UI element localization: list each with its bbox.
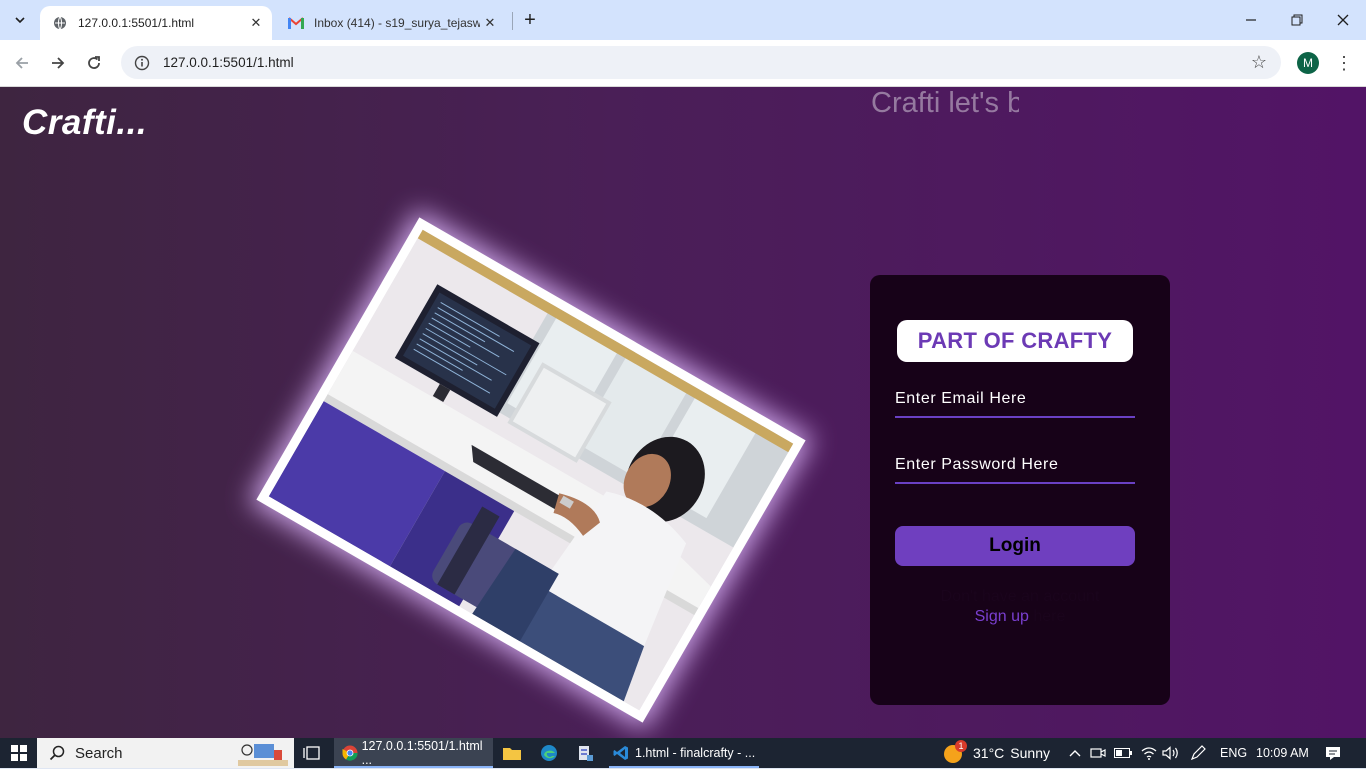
signup-suffix-text: here <box>1033 608 1066 625</box>
os-taskbar: Search 127.0.0.1:5501/1.html ... 1.html … <box>0 738 1366 768</box>
marquee-banner: Crafti let's build <box>871 87 1019 123</box>
office-scene-illustration <box>268 229 794 711</box>
tab-strip: 127.0.0.1:5501/1.html ✕ Inbox (414) - s1… <box>0 0 1366 40</box>
reload-button[interactable] <box>79 48 109 78</box>
app-icon <box>579 746 593 761</box>
taskbar-search[interactable]: Search <box>37 738 294 768</box>
arrow-right-icon <box>52 57 65 69</box>
file-explorer-button[interactable] <box>502 738 522 768</box>
weather-badge: 1 <box>955 740 967 752</box>
taskbar-app-vscode[interactable]: 1.html - finalcrafty - ... <box>609 738 759 768</box>
url-text: 127.0.0.1:5501/1.html <box>163 55 294 70</box>
signup-prompt: Don't have an account Sign up here <box>870 587 1170 627</box>
vscode-icon <box>613 746 628 760</box>
start-button[interactable] <box>8 738 30 768</box>
tab-search-button[interactable] <box>6 6 34 34</box>
weather-temp: 31°C <box>973 745 1005 761</box>
tab-title: 127.0.0.1:5501/1.html <box>78 16 195 30</box>
search-label: Search <box>75 744 123 762</box>
minimize-icon <box>1246 19 1256 21</box>
task-view-icon <box>303 746 320 760</box>
brand-logo: Crafti... <box>22 103 148 142</box>
store-button[interactable] <box>575 738 595 768</box>
tab-divider <box>512 12 513 30</box>
battery-icon[interactable] <box>1114 738 1132 768</box>
back-button[interactable] <box>7 48 37 78</box>
minimize-button[interactable] <box>1228 0 1274 40</box>
site-info-icon[interactable] <box>127 55 157 71</box>
weather-condition: Sunny <box>1010 745 1050 761</box>
hero-photo <box>268 229 794 711</box>
task-view-button[interactable] <box>301 738 323 768</box>
sun-icon: 1 <box>943 740 967 764</box>
tab-title: Inbox (414) - s19_surya_tejaswini <box>314 16 480 30</box>
taskbar-app-chrome[interactable]: 127.0.0.1:5501/1.html ... <box>334 738 493 768</box>
page-viewport: Crafti... Crafti let's build <box>0 87 1366 738</box>
windows-logo-icon <box>11 745 27 761</box>
restore-icon <box>1291 14 1303 26</box>
folder-icon <box>503 748 521 760</box>
new-tab-button[interactable]: + <box>518 8 542 32</box>
taskbar-app-label: 1.html - finalcrafty - ... <box>635 746 756 760</box>
bookmark-star-icon[interactable]: ☆ <box>1251 52 1267 73</box>
restore-button[interactable] <box>1274 0 1320 40</box>
forward-button[interactable] <box>43 48 73 78</box>
login-card: PART OF CRAFTY Login Don't have an accou… <box>870 275 1170 705</box>
hero-photo-frame <box>256 217 806 723</box>
close-icon <box>1337 14 1349 26</box>
address-bar[interactable]: 127.0.0.1:5501/1.html ☆ <box>121 46 1281 79</box>
signup-prefix-text: Don't have an account <box>940 588 1100 605</box>
close-tab-icon[interactable]: ✕ <box>246 13 266 33</box>
volume-icon[interactable] <box>1162 738 1180 768</box>
chrome-icon <box>342 745 358 761</box>
chevron-down-icon <box>15 17 25 24</box>
taskbar-app-label: 127.0.0.1:5501/1.html ... <box>361 739 483 767</box>
wifi-icon[interactable] <box>1140 738 1158 768</box>
chevron-up-icon <box>1069 750 1081 757</box>
show-hidden-icons-button[interactable] <box>1067 738 1083 768</box>
search-highlight-icon <box>238 740 288 766</box>
browser-toolbar: 127.0.0.1:5501/1.html ☆ M ⋮ <box>0 40 1366 87</box>
login-button[interactable]: Login <box>895 526 1135 566</box>
pen-icon[interactable] <box>1189 738 1207 768</box>
globe-icon <box>52 15 68 31</box>
tab-active[interactable]: 127.0.0.1:5501/1.html ✕ <box>40 6 272 40</box>
login-card-title: PART OF CRAFTY <box>897 320 1133 362</box>
browser-menu-icon[interactable]: ⋮ <box>1334 52 1354 74</box>
signup-link[interactable]: Sign up <box>975 608 1029 625</box>
clock[interactable]: 10:09 AM <box>1256 738 1309 768</box>
marquee-text: Crafti let's build <box>871 87 1019 119</box>
profile-avatar[interactable]: M <box>1297 52 1319 74</box>
close-window-button[interactable] <box>1320 0 1366 40</box>
edge-button[interactable] <box>539 738 559 768</box>
arrow-left-icon <box>15 57 28 69</box>
tab-inbox[interactable]: Inbox (414) - s19_surya_tejaswini ✕ <box>276 6 506 40</box>
gmail-icon <box>288 15 304 31</box>
password-field[interactable] <box>895 448 1135 484</box>
reload-icon <box>88 56 100 69</box>
close-tab-icon[interactable]: ✕ <box>480 13 500 33</box>
edge-icon <box>541 745 557 761</box>
search-icon <box>49 745 65 761</box>
notifications-icon[interactable] <box>1324 738 1342 768</box>
email-field[interactable] <box>895 382 1135 418</box>
meet-now-icon[interactable] <box>1090 738 1106 768</box>
weather-widget[interactable]: 1 31°C Sunny <box>943 738 1050 768</box>
language-indicator[interactable]: ENG <box>1220 738 1247 768</box>
